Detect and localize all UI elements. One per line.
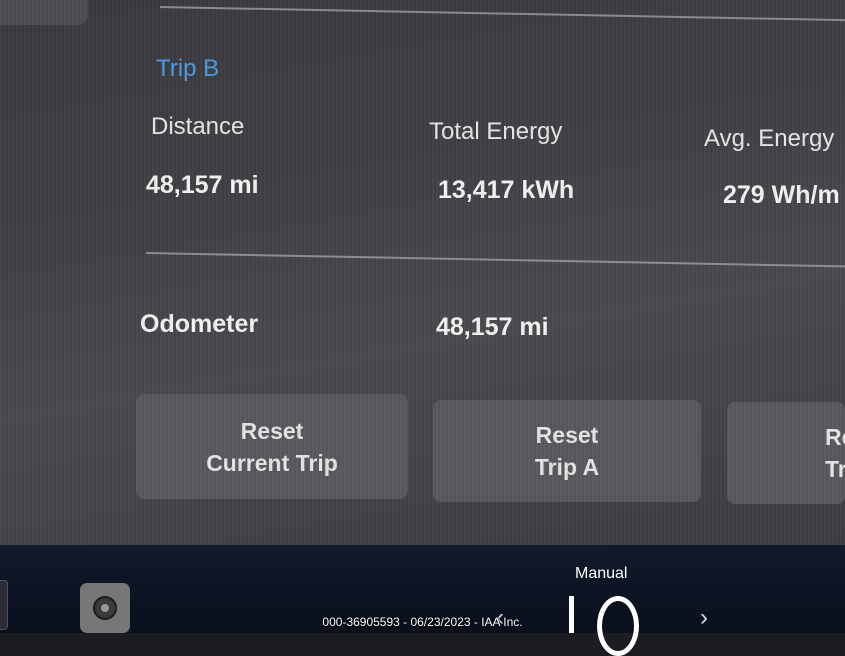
distance-value: 48,157 mi [146,171,259,199]
reset-trip-b-line2: Tr [825,456,845,482]
reset-current-trip-button[interactable]: Reset Current Trip [136,394,408,499]
reset-current-trip-line1: Reset [240,417,304,444]
odometer-value: 48,157 mi [436,313,549,341]
top-tab-button[interactable] [0,0,88,25]
distance-label: Distance [151,113,245,140]
reset-trip-b-button[interactable]: Re Tr [727,402,845,504]
reset-trip-a-line2: Trip A [534,454,600,480]
trip-screen: Trip B Distance 48,157 mi Total Energy 1… [0,0,845,552]
gear-mode-label: Manual [575,565,628,582]
avg-energy-label: Avg. Energy [704,125,835,152]
reset-current-trip-line2: Current Trip [206,449,338,476]
reset-trip-a-line1: Reset [535,422,599,448]
total-energy-label: Total Energy [429,118,563,145]
reset-trip-b-line1: Re [825,424,845,450]
reset-trip-a-button[interactable]: Reset Trip A [433,400,701,502]
watermark-text: 000-36905593 - 06/23/2023 - IAA Inc. [322,615,523,629]
trip-title: Trip B [156,55,220,82]
section-divider [145,252,845,268]
top-divider [159,6,845,22]
odometer-label: Odometer [140,310,259,338]
screen-moire-overlay [0,0,845,552]
total-energy-value: 13,417 kWh [438,176,575,204]
avg-energy-value: 279 Wh/m [723,181,840,209]
